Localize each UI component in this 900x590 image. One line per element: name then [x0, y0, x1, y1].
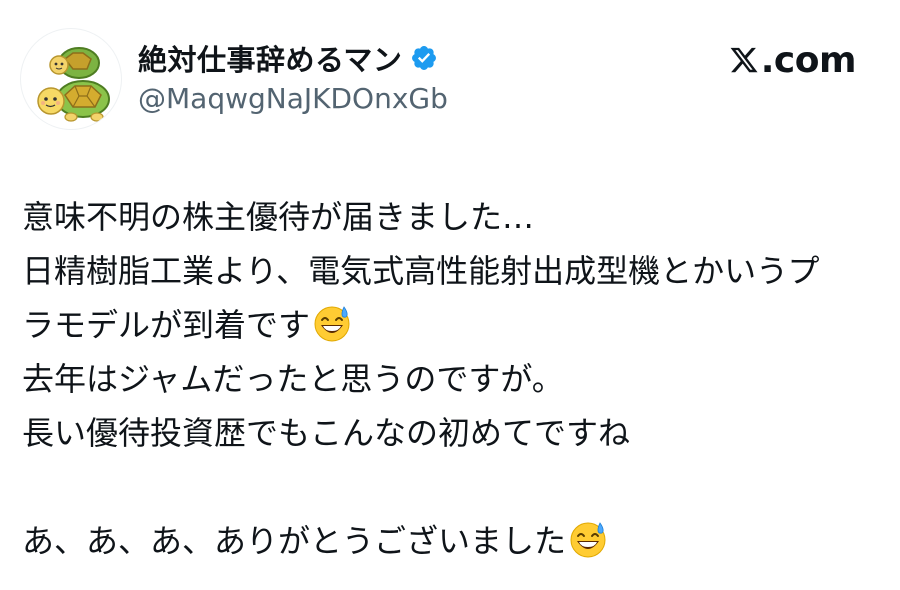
site-logo[interactable]: .com: [729, 38, 857, 82]
grinning-face-with-sweat-emoji: [312, 303, 352, 343]
site-domain-text: .com: [760, 39, 857, 81]
tweet-line-text: 日精樹脂工業より、電気式高性能射出成型機とかいうプ: [22, 252, 820, 290]
tweet-line: 意味不明の株主優待が届きました…: [22, 190, 882, 244]
display-name-row[interactable]: 絶対仕事辞めるマン: [138, 36, 438, 80]
grinning-face-with-sweat-emoji: [568, 519, 608, 559]
x-logo-icon: [729, 45, 759, 75]
tweet-line: ラモデルが到着です: [22, 298, 882, 352]
tweet-line-text: 長い優待投資歴でもこんなの初めてですね: [22, 414, 631, 452]
tweet-line: 去年はジャムだったと思うのですが。: [22, 352, 882, 406]
tweet-text: 意味不明の株主優待が届きました… 日精樹脂工業より、電気式高性能射出成型機とかい…: [22, 190, 882, 568]
tweet-line: あ、あ、あ、ありがとうございました: [22, 514, 882, 568]
tweet-line-text: あ、あ、あ、ありがとうございました: [22, 522, 567, 560]
display-name: 絶対仕事辞めるマン: [138, 43, 403, 77]
turtle-avatar-icon: [37, 47, 110, 122]
user-handle[interactable]: @MaqwgNaJKDOnxGb: [138, 82, 448, 115]
tweet-line: 日精樹脂工業より、電気式高性能射出成型機とかいうプ: [22, 244, 882, 298]
verified-badge-icon: [410, 44, 438, 72]
tweet-line-text: ラモデルが到着です: [22, 306, 311, 344]
tweet-line-text: 去年はジャムだったと思うのですが。: [22, 360, 564, 398]
tweet-header: 絶対仕事辞めるマン @MaqwgNaJKDOnxGb .com: [0, 0, 900, 140]
tweet-line: 長い優待投資歴でもこんなの初めてですね: [22, 406, 882, 460]
tweet-line-text: 意味不明の株主優待が届きました…: [22, 198, 535, 236]
avatar[interactable]: [20, 28, 122, 130]
